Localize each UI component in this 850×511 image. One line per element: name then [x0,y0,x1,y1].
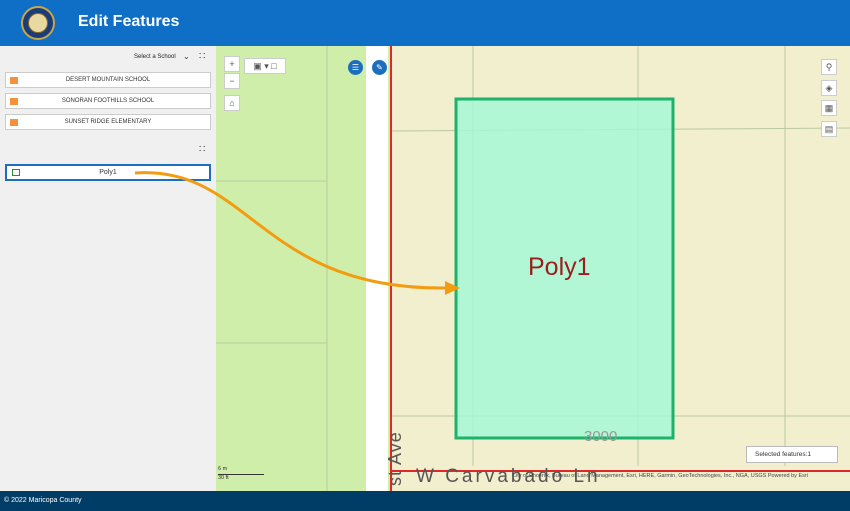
home-button[interactable]: ⌂ [224,95,240,111]
school-item[interactable]: SUNSET RIDGE ELEMENTARY [5,114,211,130]
list-icon[interactable]: ☰ [348,60,363,75]
school-item[interactable]: SONORAN FOOTHILLS SCHOOL [5,93,211,109]
school-swatch [10,98,18,105]
layers-icon[interactable]: ◈ [821,80,837,96]
school-swatch [10,77,18,84]
address-label: 3000 [584,428,618,445]
feature-item-poly1[interactable]: Poly1 [5,164,211,181]
legend-icon[interactable]: ▤ [821,121,837,137]
grid-icon[interactable]: ∷ [199,144,205,155]
chevron-down-icon[interactable]: ⌄ [183,52,190,61]
app-header: Edit Features [0,0,850,46]
school-item[interactable]: DESERT MOUNTAIN SCHOOL [5,72,211,88]
select-school-dropdown[interactable]: Select a School [134,54,176,60]
search-icon[interactable]: ⚲ [821,59,837,75]
map-view[interactable]: Poly1 st Ave W Carvabado Ln 3000 + − ⌂ ▣… [216,46,850,491]
page-title: Edit Features [78,13,180,30]
selected-features-badge[interactable]: Selected features:1 [746,446,838,463]
app-footer: © 2022 Maricopa County [0,491,850,511]
grid-icon[interactable]: ∷ [199,51,205,62]
school-swatch [10,119,18,126]
select-tool-button[interactable]: ▣ ▾ □ [244,58,286,74]
polygon-label: Poly1 [528,253,591,281]
zoom-out-button[interactable]: − [224,73,240,89]
map-attribution: City of Phoenix, Bureau of Land Manageme… [512,473,808,479]
maricopa-logo [21,6,55,40]
scale-bar: 6 m 30 ft [218,466,290,486]
basemap-icon[interactable]: ▦ [821,100,837,116]
side-panel: Select a School ⌄ ∷ DESERT MOUNTAIN SCHO… [0,46,216,491]
zoom-in-button[interactable]: + [224,56,240,72]
polygon-swatch [12,169,20,176]
edit-icon[interactable]: ✎ [372,60,387,75]
street-label-vertical: st Ave [385,431,405,486]
